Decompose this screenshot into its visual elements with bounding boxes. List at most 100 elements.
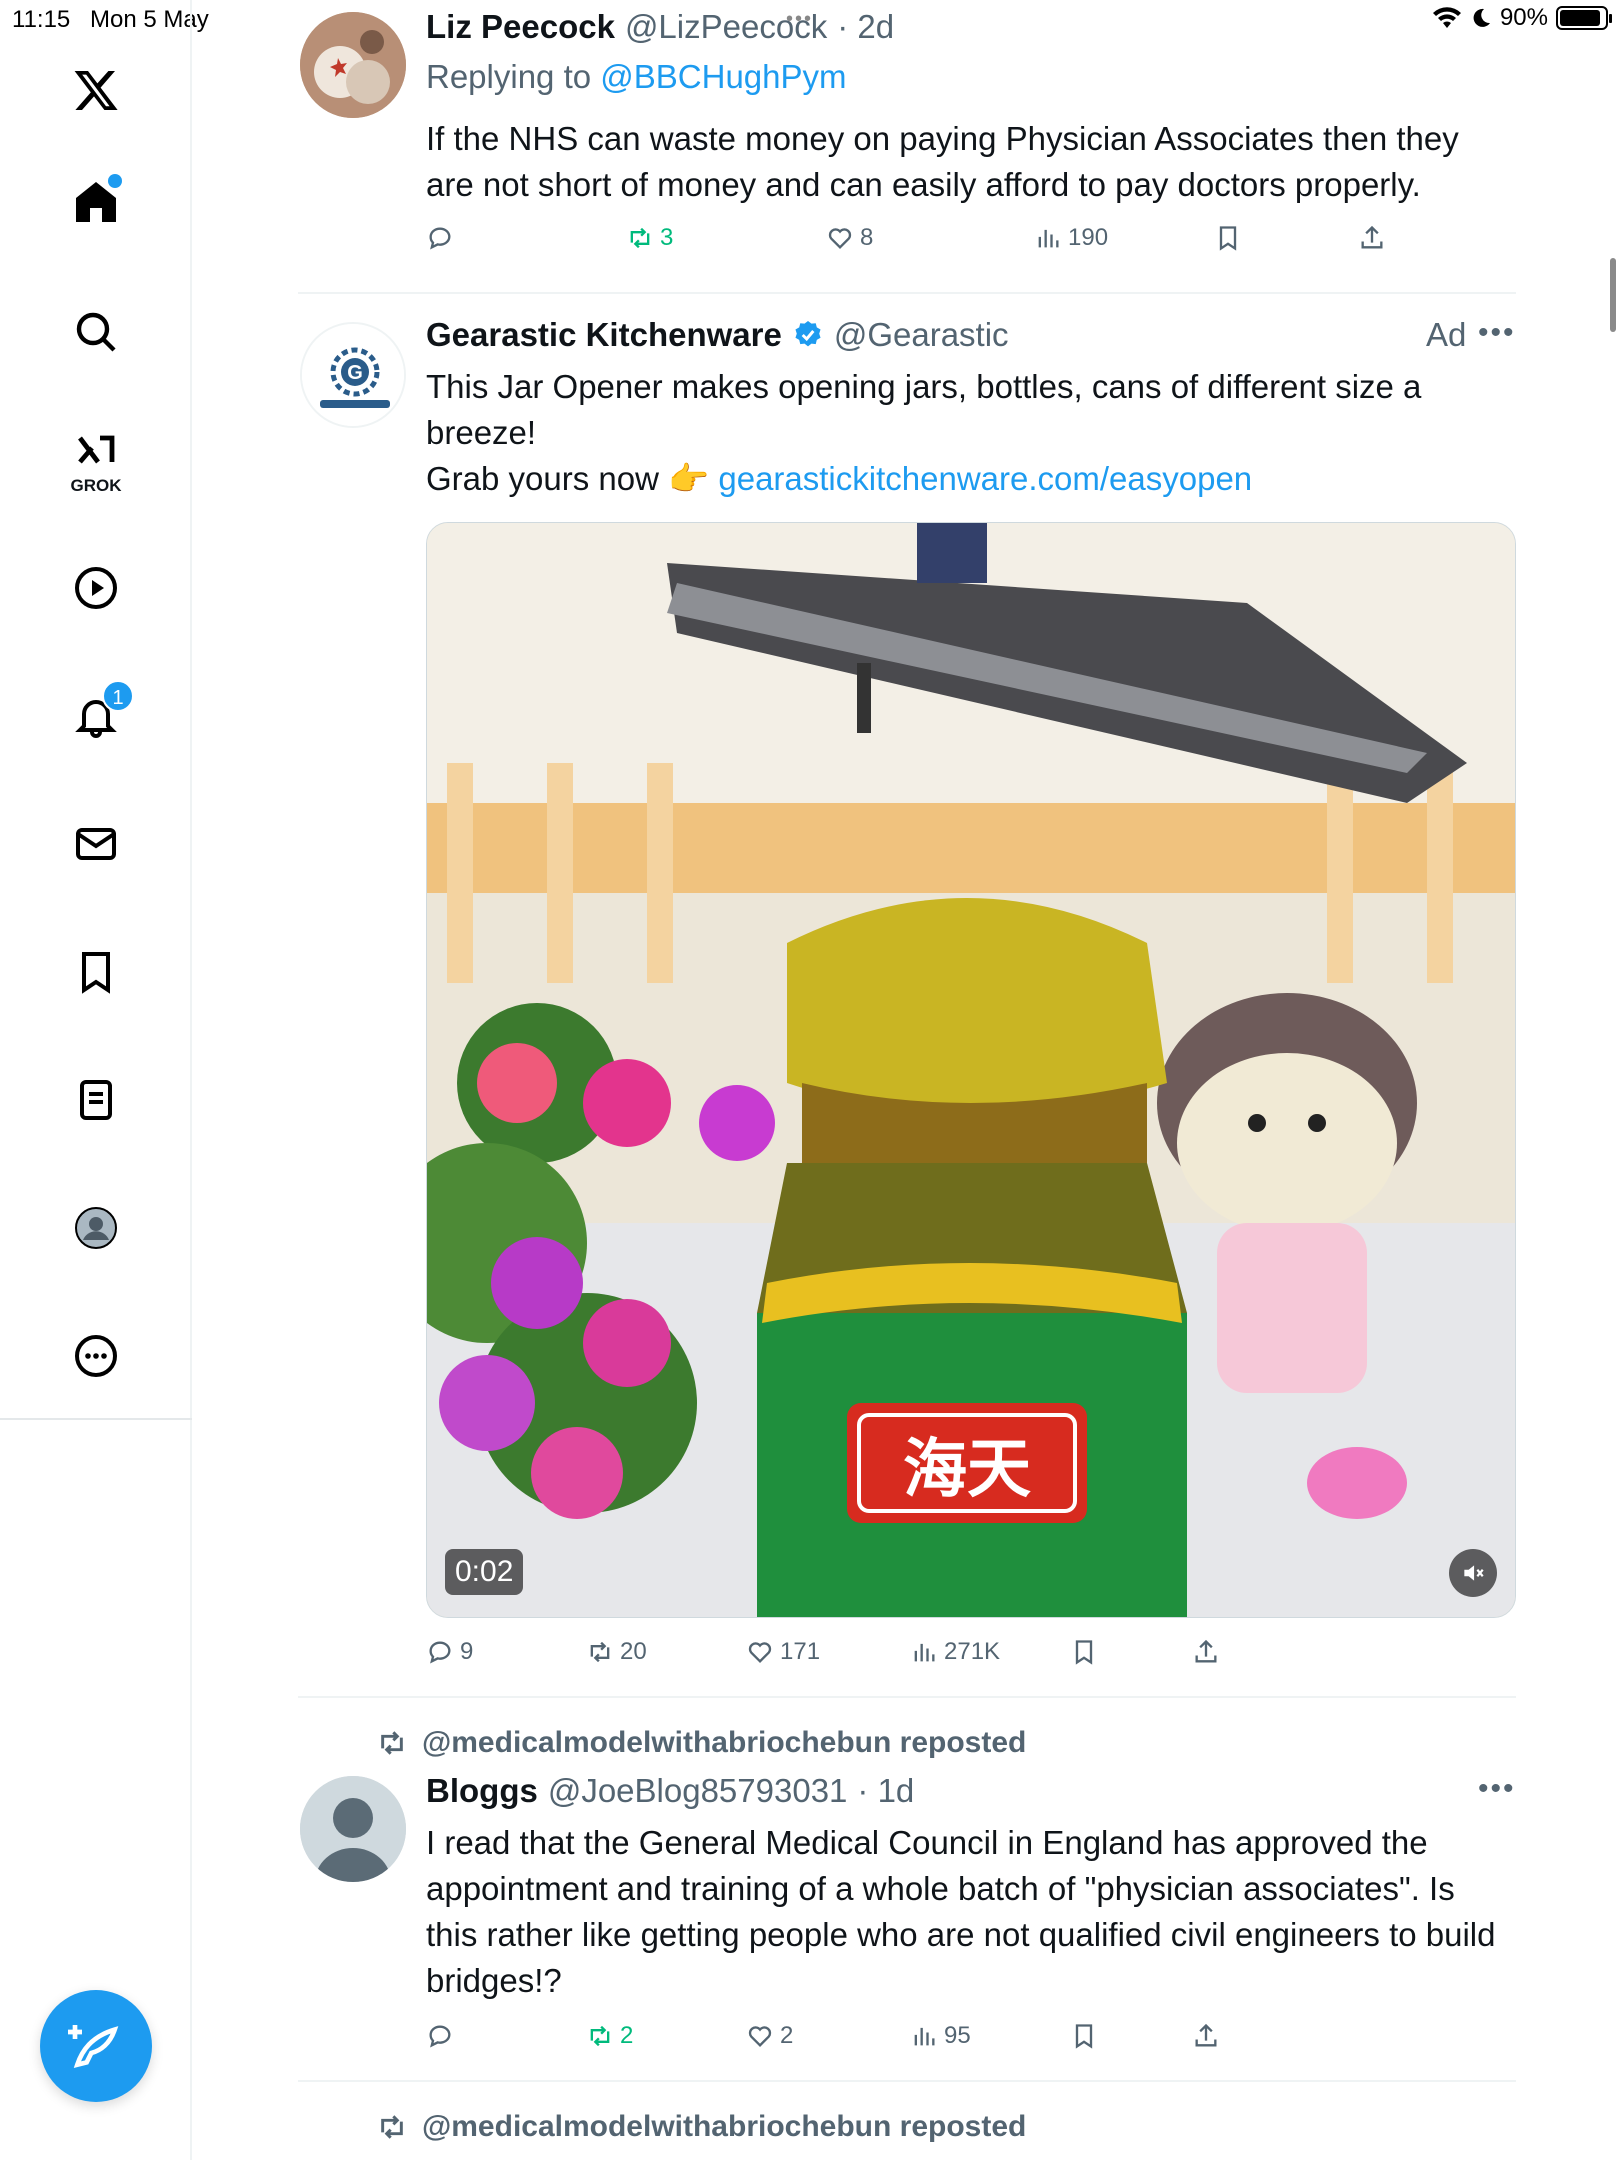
author-name[interactable]: Bloggs <box>426 1772 538 1810</box>
more-options-icon[interactable] <box>66 1326 126 1386</box>
search-icon[interactable] <box>66 302 126 362</box>
reposted-by[interactable]: @medicalmodelwithabriochebun reposted <box>422 2110 1026 2144</box>
svg-text:G: G <box>347 362 363 384</box>
repost-button[interactable]: 20 <box>586 1638 647 1666</box>
views-button[interactable]: 95 <box>910 2022 971 2050</box>
share-button[interactable] <box>1358 224 1386 252</box>
battery-icon <box>1556 6 1612 30</box>
heart-icon <box>748 2026 772 2047</box>
verified-badge-icon <box>795 321 821 347</box>
status-right: 90% <box>1432 4 1612 32</box>
jar-label: 海天 <box>903 1433 1031 1507</box>
scrollbar[interactable] <box>1610 258 1616 332</box>
video-timecode: 0:02 <box>445 1549 524 1595</box>
home-unread-dot <box>108 174 122 188</box>
tweet-actions: 9 20 171 271K <box>426 1638 1506 1678</box>
tweet-text: I read that the General Medical Council … <box>426 1824 1496 1999</box>
heart-icon <box>828 228 852 249</box>
video-icon[interactable] <box>66 558 126 618</box>
avatar[interactable]: G <box>300 322 406 428</box>
view-count: 190 <box>1068 224 1109 251</box>
reply-button[interactable] <box>426 2022 454 2050</box>
author-name[interactable]: Gearastic Kitchenware <box>426 316 782 354</box>
repost-count: 3 <box>660 224 674 251</box>
reposted-by[interactable]: @medicalmodelwithabriochebun reposted <box>422 1726 1026 1760</box>
reply-button[interactable] <box>426 224 454 252</box>
reply-icon <box>429 227 451 250</box>
replying-to-line: Replying to @BBCHughPym <box>426 58 847 96</box>
mute-button[interactable] <box>1449 1549 1497 1597</box>
view-count: 95 <box>944 2022 971 2049</box>
bookmark-icon <box>1075 2024 1093 2049</box>
repost-context: @medicalmodelwithabriochebun reposted <box>376 1726 1026 1760</box>
notifications-badge: 1 <box>102 680 134 712</box>
share-icon <box>1361 225 1383 249</box>
replying-to-handle[interactable]: @BBCHughPym <box>600 58 846 96</box>
author-handle[interactable]: @JoeBlog85793031 <box>548 1772 848 1810</box>
bookmark-button[interactable] <box>1214 224 1242 252</box>
profile-avatar-icon[interactable] <box>66 1198 126 1258</box>
video-player[interactable]: 海天 0:02 <box>426 522 1516 1618</box>
grok-icon[interactable] <box>66 424 126 484</box>
avatar[interactable] <box>300 12 406 118</box>
share-button[interactable] <box>1192 1638 1220 1666</box>
grok-label: GROK <box>70 476 122 495</box>
reply-icon <box>429 2025 451 2048</box>
feather-plus-icon <box>68 2025 119 2068</box>
more-options-icon[interactable]: ••• <box>1478 1772 1516 1806</box>
ad-link[interactable]: gearastickitchenware.com/easyopen <box>718 460 1252 497</box>
home-icon[interactable] <box>66 172 126 232</box>
jar: 海天 <box>757 898 1187 1617</box>
more-options-icon[interactable]: ••• <box>1478 316 1516 350</box>
tweet-age[interactable]: · 2d <box>837 8 894 46</box>
sidebar-separator <box>0 1418 192 1420</box>
tweet-text: This Jar Opener makes opening jars, bott… <box>426 364 1506 502</box>
share-button[interactable] <box>1192 2022 1220 2050</box>
repost-icon <box>630 227 650 249</box>
bookmark-icon <box>1219 226 1237 251</box>
share-icon <box>1195 1639 1217 1663</box>
bookmark-button[interactable] <box>1070 1638 1098 1666</box>
x-logo-icon[interactable] <box>66 60 126 120</box>
tweet-divider <box>298 292 1516 294</box>
author-handle[interactable]: @Gearastic <box>834 316 1009 354</box>
video-frame: 海天 <box>427 523 1515 1617</box>
share-icon <box>1195 2023 1217 2047</box>
bookmark-button[interactable] <box>1070 2022 1098 2050</box>
tweet-divider <box>298 2080 1516 2082</box>
heart-icon <box>748 1642 772 1663</box>
compose-post-button[interactable] <box>40 1990 152 2102</box>
tweet-header: Liz Peecock @LizPeecock · 2d <box>426 8 894 46</box>
tweet-text: If the NHS can waste money on paying Phy… <box>426 120 1459 203</box>
like-button[interactable]: 8 <box>826 224 873 252</box>
bookmarks-icon[interactable] <box>66 942 126 1002</box>
tweet-divider <box>298 1696 1516 1698</box>
author-handle[interactable]: @LizPeecock <box>625 8 827 46</box>
repost-count: 2 <box>620 2022 634 2049</box>
reply-button[interactable]: 9 <box>426 1638 473 1666</box>
author-name[interactable]: Liz Peecock <box>426 8 615 46</box>
repost-icon <box>381 1731 403 1755</box>
tweet-header: Gearastic Kitchenware @Gearastic <box>426 316 1009 354</box>
wifi-icon <box>1432 7 1461 29</box>
notifications-icon[interactable]: 1 <box>66 680 134 746</box>
tweet-header: Bloggs @JoeBlog85793031 · 1d <box>426 1772 914 1810</box>
like-count: 8 <box>860 224 874 251</box>
bookmark-icon <box>1075 1640 1093 1665</box>
avatar[interactable] <box>300 1776 406 1882</box>
sidebar: GROK 1 <box>0 0 192 2160</box>
replying-prefix: Replying to <box>426 58 601 95</box>
repost-context: @medicalmodelwithabriochebun reposted <box>376 2110 1026 2144</box>
repost-button[interactable]: 2 <box>586 2022 633 2050</box>
like-button[interactable]: 171 <box>746 1638 820 1666</box>
views-button[interactable]: 190 <box>1034 224 1108 252</box>
like-button[interactable]: 2 <box>746 2022 793 2050</box>
repost-count: 20 <box>620 1638 647 1665</box>
tweet-text-prefix: Grab yours now 👉 <box>426 460 719 497</box>
messages-icon[interactable] <box>66 814 126 874</box>
views-button[interactable]: 271K <box>910 1638 1000 1666</box>
lists-icon[interactable] <box>66 1070 126 1130</box>
tweet-age[interactable]: · 1d <box>857 1772 914 1810</box>
repost-button[interactable]: 3 <box>626 224 673 252</box>
views-chart-icon <box>914 2027 935 2046</box>
